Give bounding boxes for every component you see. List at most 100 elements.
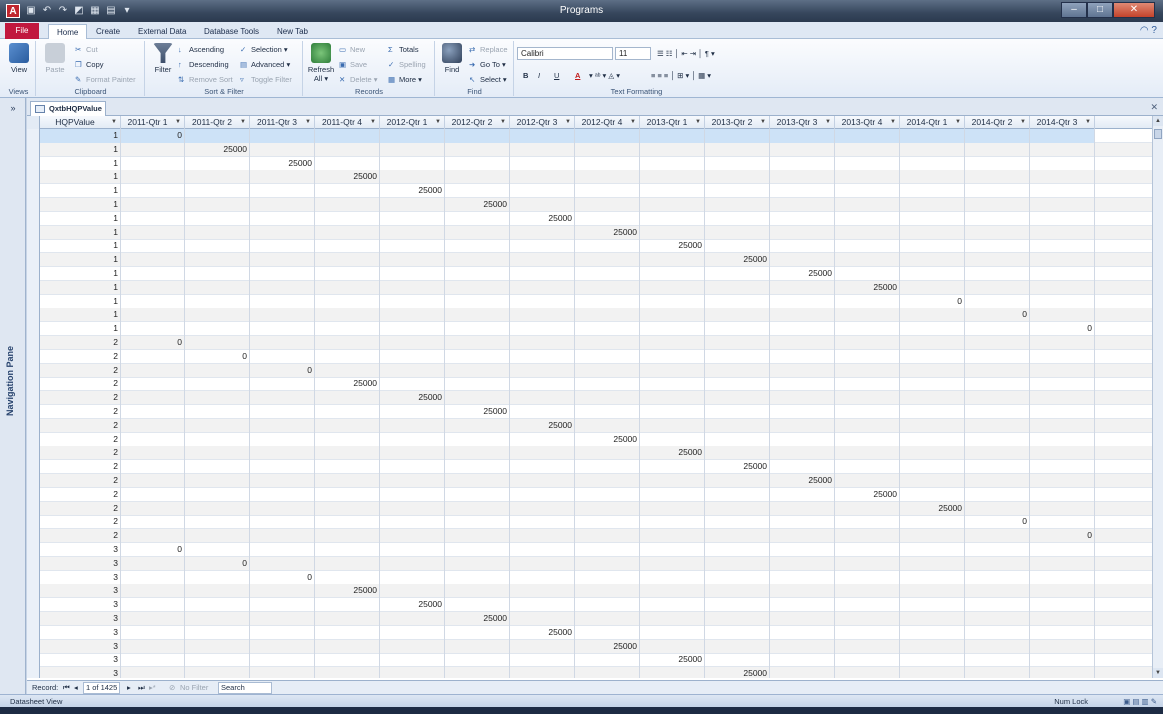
row-selector[interactable]	[27, 170, 40, 185]
tab-create[interactable]: Create	[88, 24, 128, 39]
column-dropdown-icon[interactable]: ▼	[111, 116, 117, 129]
row-selector[interactable]	[27, 653, 40, 668]
quarter-value-cell[interactable]	[445, 322, 510, 337]
bold-button[interactable]: B	[523, 69, 528, 82]
quarter-value-cell[interactable]	[705, 543, 770, 557]
quarter-value-cell[interactable]	[835, 322, 900, 337]
quarter-value-cell[interactable]	[185, 170, 250, 185]
quarter-value-cell[interactable]	[185, 308, 250, 323]
quarter-value-cell[interactable]	[250, 556, 315, 571]
quarter-value-cell[interactable]	[835, 432, 900, 447]
quarter-value-cell[interactable]	[705, 570, 770, 585]
quarter-value-cell[interactable]	[575, 142, 640, 157]
quarter-value-cell[interactable]	[770, 612, 835, 626]
quarter-value-cell[interactable]	[770, 487, 835, 502]
quarter-value-cell[interactable]	[315, 667, 380, 678]
quarter-value-cell[interactable]	[1030, 584, 1095, 599]
quarter-value-cell[interactable]	[965, 349, 1030, 364]
quarter-value-cell[interactable]	[900, 405, 965, 419]
column-header[interactable]: 2014-Qtr 3 ▼	[1030, 116, 1095, 129]
quarter-value-cell[interactable]	[315, 432, 380, 447]
row-selector[interactable]	[27, 487, 40, 502]
quarter-value-cell[interactable]	[575, 308, 640, 323]
quarter-value-cell[interactable]	[445, 639, 510, 654]
quarter-value-cell[interactable]: 25000	[575, 432, 640, 447]
quarter-value-cell[interactable]	[250, 336, 315, 350]
quarter-value-cell[interactable]	[315, 515, 380, 530]
column-dropdown-icon[interactable]: ▼	[175, 116, 181, 129]
quarter-value-cell[interactable]	[250, 280, 315, 295]
quarter-value-cell[interactable]	[121, 198, 185, 212]
row-selector[interactable]	[27, 556, 40, 571]
table-row[interactable]: 2 25000	[27, 432, 1152, 447]
hqp-value-cell[interactable]: 3	[40, 639, 121, 654]
quarter-value-cell[interactable]	[445, 653, 510, 668]
table-row[interactable]: 2 25000	[27, 474, 1152, 488]
quarter-value-cell[interactable]	[575, 556, 640, 571]
quarter-value-cell[interactable]	[835, 598, 900, 613]
quarter-value-cell[interactable]	[380, 612, 445, 626]
quarter-value-cell[interactable]	[640, 322, 705, 337]
hqp-value-cell[interactable]: 2	[40, 501, 121, 516]
quarter-value-cell[interactable]	[770, 349, 835, 364]
table-row[interactable]: 2 25000	[27, 391, 1152, 406]
quarter-value-cell[interactable]	[705, 336, 770, 350]
quarter-value-cell[interactable]	[705, 156, 770, 171]
quarter-value-cell[interactable]	[900, 570, 965, 585]
quarter-value-cell[interactable]	[315, 529, 380, 544]
row-selector[interactable]	[27, 129, 40, 143]
quarter-value-cell[interactable]	[380, 556, 445, 571]
column-dropdown-icon[interactable]: ▼	[760, 116, 766, 129]
quarter-value-cell[interactable]	[121, 501, 185, 516]
quarter-value-cell[interactable]	[315, 653, 380, 668]
scroll-up-icon[interactable]: ▲	[1153, 116, 1163, 126]
select-button[interactable]: ↖ Select ▾	[469, 73, 507, 86]
quarter-value-cell[interactable]	[965, 322, 1030, 337]
quarter-value-cell[interactable]	[315, 239, 380, 254]
quarter-value-cell[interactable]	[965, 129, 1030, 143]
quarter-value-cell[interactable]	[705, 515, 770, 530]
quarter-value-cell[interactable]	[575, 405, 640, 419]
quarter-value-cell[interactable]	[965, 225, 1030, 240]
quarter-value-cell[interactable]	[1030, 432, 1095, 447]
quarter-value-cell[interactable]	[315, 349, 380, 364]
hqp-value-cell[interactable]: 2	[40, 418, 121, 433]
column-header[interactable]: 2011-Qtr 3 ▼	[250, 116, 315, 129]
column-dropdown-icon[interactable]: ▼	[435, 116, 441, 129]
quarter-value-cell[interactable]	[121, 253, 185, 268]
refresh-all-button[interactable]: Refresh All ▾	[306, 43, 336, 83]
quarter-value-cell[interactable]	[575, 501, 640, 516]
quarter-value-cell[interactable]	[640, 363, 705, 378]
hqp-value-cell[interactable]: 2	[40, 529, 121, 544]
table-row[interactable]: 2 25000	[27, 418, 1152, 433]
quarter-value-cell[interactable]: 25000	[575, 639, 640, 654]
quarter-value-cell[interactable]	[380, 515, 445, 530]
table-row[interactable]: 3 25000	[27, 612, 1152, 626]
hqp-value-cell[interactable]: 2	[40, 487, 121, 502]
quarter-value-cell[interactable]	[315, 294, 380, 309]
quarter-value-cell[interactable]	[380, 267, 445, 281]
quarter-value-cell[interactable]	[835, 612, 900, 626]
quarter-value-cell[interactable]	[575, 377, 640, 392]
quarter-value-cell[interactable]	[900, 639, 965, 654]
quarter-value-cell[interactable]	[445, 432, 510, 447]
quarter-value-cell[interactable]	[705, 584, 770, 599]
row-selector[interactable]	[27, 377, 40, 392]
row-selector[interactable]	[27, 391, 40, 406]
quarter-value-cell[interactable]	[965, 612, 1030, 626]
quarter-value-cell[interactable]	[1030, 198, 1095, 212]
column-header[interactable]: 2013-Qtr 4 ▼	[835, 116, 900, 129]
quarter-value-cell[interactable]	[380, 639, 445, 654]
quarter-value-cell[interactable]	[835, 543, 900, 557]
quarter-value-cell[interactable]	[640, 515, 705, 530]
quarter-value-cell[interactable]	[510, 474, 575, 488]
quarter-value-cell[interactable]	[770, 129, 835, 143]
quarter-value-cell[interactable]	[510, 612, 575, 626]
quarter-value-cell[interactable]	[965, 501, 1030, 516]
quarter-value-cell[interactable]	[900, 598, 965, 613]
quarter-value-cell[interactable]	[185, 418, 250, 433]
quarter-value-cell[interactable]	[965, 391, 1030, 406]
quarter-value-cell[interactable]	[1030, 418, 1095, 433]
quarter-value-cell[interactable]	[1030, 501, 1095, 516]
quarter-value-cell[interactable]	[185, 612, 250, 626]
